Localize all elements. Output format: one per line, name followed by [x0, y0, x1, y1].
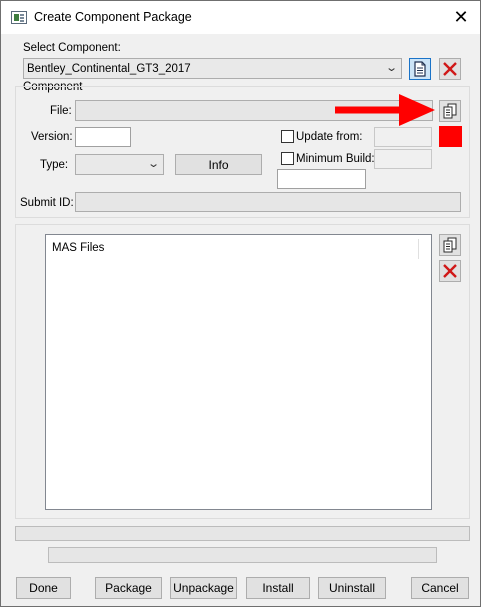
chevron-down-icon: ⌄: [146, 158, 160, 170]
add-mas-file-button[interactable]: [439, 234, 461, 256]
select-component-dropdown[interactable]: Bentley_Continental_GT3_2017 ⌄: [23, 58, 402, 79]
cancel-button[interactable]: Cancel: [411, 577, 469, 599]
install-button[interactable]: Install: [246, 577, 310, 599]
annotation-arrow-icon: [335, 94, 435, 126]
files-icon: [443, 103, 457, 119]
column-divider: [418, 239, 419, 259]
delete-x-icon: [443, 62, 457, 76]
select-component-value: Bentley_Continental_GT3_2017: [27, 63, 191, 75]
browse-file-button[interactable]: [439, 100, 461, 122]
submit-id-field[interactable]: [75, 192, 461, 212]
version-label: Version:: [31, 131, 73, 143]
remove-mas-file-button[interactable]: [439, 260, 461, 282]
minimum-build-checkbox[interactable]: [281, 152, 294, 165]
window-app-icon: [11, 11, 27, 24]
new-component-button[interactable]: [409, 58, 431, 80]
select-component-label: Select Component:: [23, 42, 121, 54]
done-button[interactable]: Done: [16, 577, 71, 599]
package-button[interactable]: Package: [95, 577, 162, 599]
mas-files-column-header[interactable]: MAS Files: [52, 242, 104, 254]
progress-bar-overall: [15, 526, 470, 541]
document-icon: [414, 61, 426, 77]
title-bar: Create Component Package ✕: [1, 1, 480, 34]
minimum-build-input[interactable]: [277, 169, 366, 189]
update-from-label: Update from:: [296, 131, 363, 143]
minimum-build-field[interactable]: [374, 149, 432, 169]
update-from-checkbox[interactable]: [281, 130, 294, 143]
unpackage-button[interactable]: Unpackage: [170, 577, 237, 599]
info-button[interactable]: Info: [175, 154, 262, 175]
close-icon[interactable]: ✕: [450, 6, 472, 28]
delete-component-button[interactable]: [439, 58, 461, 80]
chevron-down-icon: ⌄: [384, 62, 398, 74]
type-dropdown[interactable]: ⌄: [75, 154, 164, 175]
delete-x-icon: [443, 264, 457, 278]
window-title: Create Component Package: [34, 10, 192, 24]
status-indicator-box: [439, 126, 462, 147]
type-label: Type:: [40, 159, 69, 171]
version-input[interactable]: [75, 127, 131, 147]
minimum-build-label: Minimum Build:: [296, 153, 375, 165]
files-icon: [443, 237, 457, 253]
progress-bar-file: [48, 547, 437, 563]
submit-id-label: Submit ID:: [20, 197, 74, 209]
file-label: File:: [50, 105, 72, 117]
uninstall-button[interactable]: Uninstall: [318, 577, 386, 599]
create-component-package-dialog: Create Component Package ✕ Select Compon…: [0, 0, 481, 607]
update-from-field[interactable]: [374, 127, 432, 147]
mas-files-list[interactable]: MAS Files: [45, 234, 432, 510]
